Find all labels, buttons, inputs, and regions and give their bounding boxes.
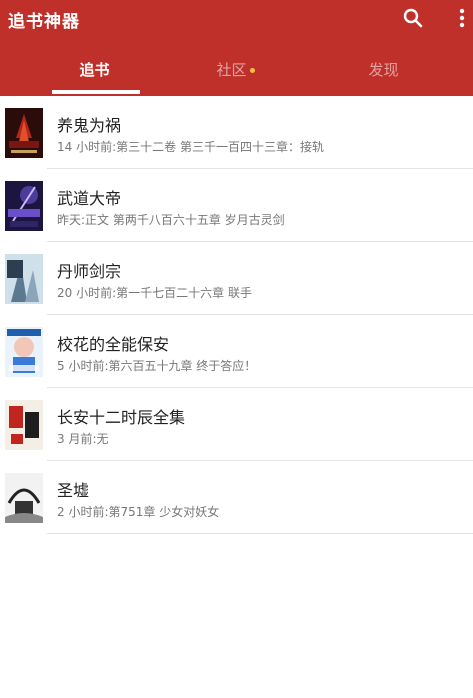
tab-discover-label: 发现 xyxy=(368,61,399,79)
notification-dot xyxy=(249,68,255,73)
book-title: 长安十二时辰全集 xyxy=(57,408,186,427)
book-list: 养鬼为祸 14 小时前:第三十二卷 第三千一百四十三章：接轨 武道大帝 昨天:正… xyxy=(0,96,473,534)
book-title: 武道大帝 xyxy=(57,189,122,208)
book-title: 养鬼为祸 xyxy=(57,116,122,135)
book-update-info: 5 小时前:第六百五十九章 终于答应！ xyxy=(57,359,257,373)
divider xyxy=(47,533,473,534)
tab-community[interactable]: 社区 xyxy=(157,48,314,96)
tab-following-label: 追书 xyxy=(79,61,110,79)
book-cover xyxy=(5,473,43,523)
book-list-item[interactable]: 圣墟 2 小时前:第751章 少女对妖女 xyxy=(0,461,473,534)
book-cover xyxy=(5,254,43,304)
more-vert-icon xyxy=(459,8,465,28)
book-update-info: 14 小时前:第三十二卷 第三千一百四十三章：接轨 xyxy=(57,140,324,154)
more-options-button[interactable] xyxy=(452,6,472,30)
app-title: 追书神器 xyxy=(8,12,80,32)
book-title: 丹师剑宗 xyxy=(57,262,122,281)
book-cover xyxy=(5,327,43,377)
book-cover xyxy=(5,181,43,231)
book-update-info: 20 小时前:第一千七百二十六章 联手 xyxy=(57,286,252,300)
book-cover xyxy=(5,108,43,158)
book-list-item[interactable]: 长安十二时辰全集 3 月前:无 xyxy=(0,388,473,461)
book-cover xyxy=(5,400,43,450)
book-list-item[interactable]: 丹师剑宗 20 小时前:第一千七百二十六章 联手 xyxy=(0,242,473,315)
tab-following[interactable]: 追书 xyxy=(16,48,173,96)
book-update-info: 3 月前:无 xyxy=(57,432,109,446)
tab-bar: 追书 社区 发现 xyxy=(0,48,473,96)
book-update-info: 昨天:正文 第两千八百六十五章 岁月古灵剑 xyxy=(57,213,285,227)
active-tab-indicator xyxy=(52,90,140,94)
search-icon xyxy=(403,8,423,28)
book-list-item[interactable]: 养鬼为祸 14 小时前:第三十二卷 第三千一百四十三章：接轨 xyxy=(0,96,473,169)
search-button[interactable] xyxy=(401,6,425,30)
tab-discover[interactable]: 发现 xyxy=(305,48,462,96)
book-update-info: 2 小时前:第751章 少女对妖女 xyxy=(57,505,220,519)
tab-community-label: 社区 xyxy=(216,61,247,79)
book-list-item[interactable]: 校花的全能保安 5 小时前:第六百五十九章 终于答应！ xyxy=(0,315,473,388)
book-list-item[interactable]: 武道大帝 昨天:正文 第两千八百六十五章 岁月古灵剑 xyxy=(0,169,473,242)
book-title: 校花的全能保安 xyxy=(57,335,170,354)
app-header: 追书神器 追书 社区 发现 xyxy=(0,0,473,96)
book-title: 圣墟 xyxy=(57,481,90,500)
